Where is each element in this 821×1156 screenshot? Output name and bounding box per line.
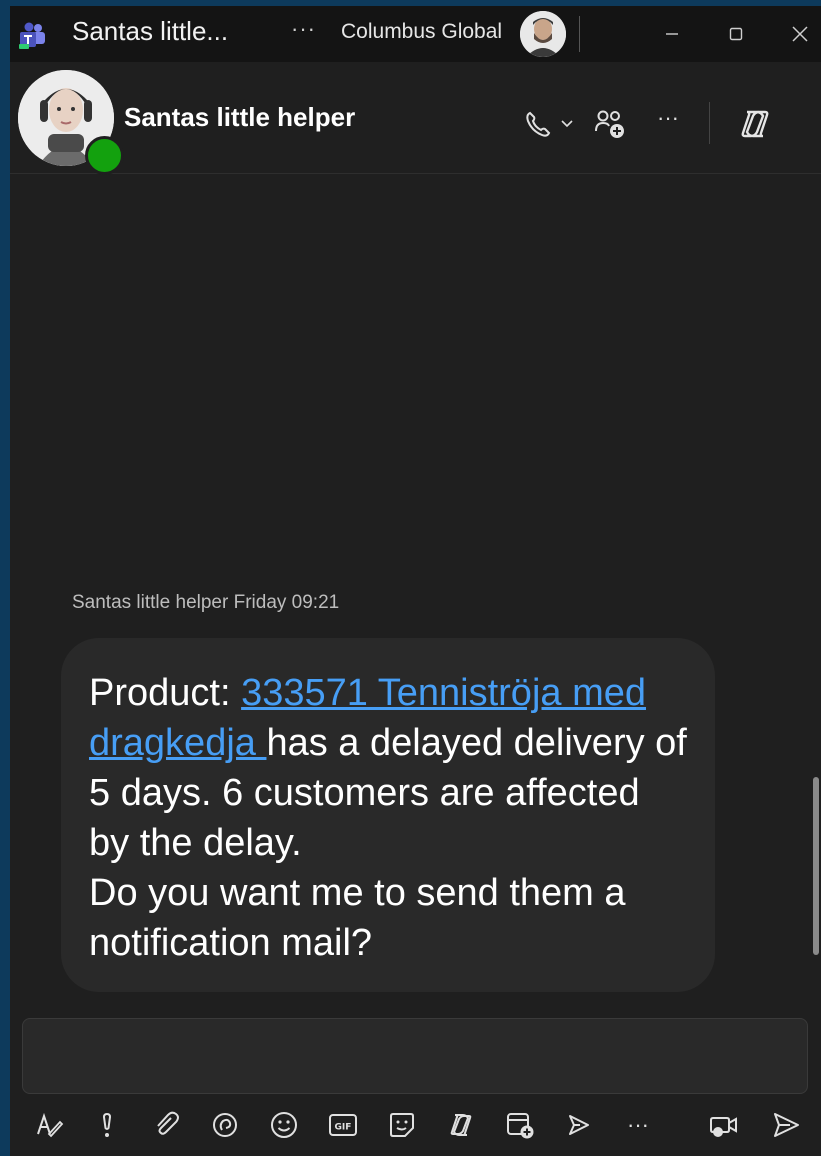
message-bubble: Product: 333571 Tenniströja med dragkedj… <box>61 638 715 992</box>
message-time: Friday 09:21 <box>233 592 340 613</box>
schedule-meeting-icon[interactable] <box>498 1100 542 1150</box>
divider <box>709 102 710 144</box>
compose-toolbar: GIF ··· <box>10 1100 821 1156</box>
copilot-compose-icon[interactable] <box>439 1100 483 1150</box>
message-input[interactable] <box>22 1018 808 1094</box>
send-icon[interactable] <box>764 1100 808 1150</box>
gif-label: GIF <box>335 1123 352 1133</box>
message-list[interactable]: Santas little helper Friday 09:21 Produc… <box>10 175 821 1013</box>
message-question: Do you want me to send them a notificati… <box>89 872 626 964</box>
app-title: Santas little... <box>72 16 229 46</box>
add-people-icon[interactable] <box>588 104 632 144</box>
emoji-icon[interactable] <box>262 1100 306 1150</box>
message-prefix: Product: <box>89 672 242 714</box>
video-clip-icon[interactable] <box>702 1100 746 1150</box>
praise-icon[interactable] <box>557 1100 601 1150</box>
teams-icon <box>18 20 48 50</box>
user-avatar[interactable] <box>520 11 566 57</box>
gif-icon[interactable]: GIF <box>321 1100 365 1150</box>
more-options-icon[interactable]: ··· <box>646 98 690 138</box>
call-button[interactable] <box>520 104 580 144</box>
copilot-icon[interactable] <box>730 102 780 146</box>
presence-status-badge <box>85 136 124 175</box>
loop-icon[interactable] <box>203 1100 247 1150</box>
org-switcher[interactable]: Columbus Global <box>341 20 502 44</box>
attach-icon[interactable] <box>144 1100 188 1150</box>
title-bar: Santas little... ··· Columbus Global <box>10 6 821 62</box>
sticker-icon[interactable] <box>380 1100 424 1150</box>
format-icon[interactable] <box>28 1100 72 1150</box>
message-meta: Santas little helper Friday 09:21 <box>72 592 339 614</box>
scrollbar[interactable] <box>813 777 819 955</box>
more-icon[interactable]: ··· <box>291 16 316 42</box>
maximize-icon[interactable] <box>716 16 756 52</box>
divider <box>579 16 580 52</box>
chat-title: Santas little helper <box>124 102 356 132</box>
minimize-icon[interactable] <box>652 16 692 52</box>
important-icon[interactable] <box>85 1100 129 1150</box>
chat-header: Santas little helper ··· <box>10 62 821 175</box>
message-sender: Santas little helper <box>72 592 229 613</box>
close-icon[interactable] <box>780 16 820 52</box>
teams-window: Santas little... ··· Columbus Global San… <box>10 6 821 1156</box>
more-apps-icon[interactable]: ··· <box>616 1100 660 1150</box>
